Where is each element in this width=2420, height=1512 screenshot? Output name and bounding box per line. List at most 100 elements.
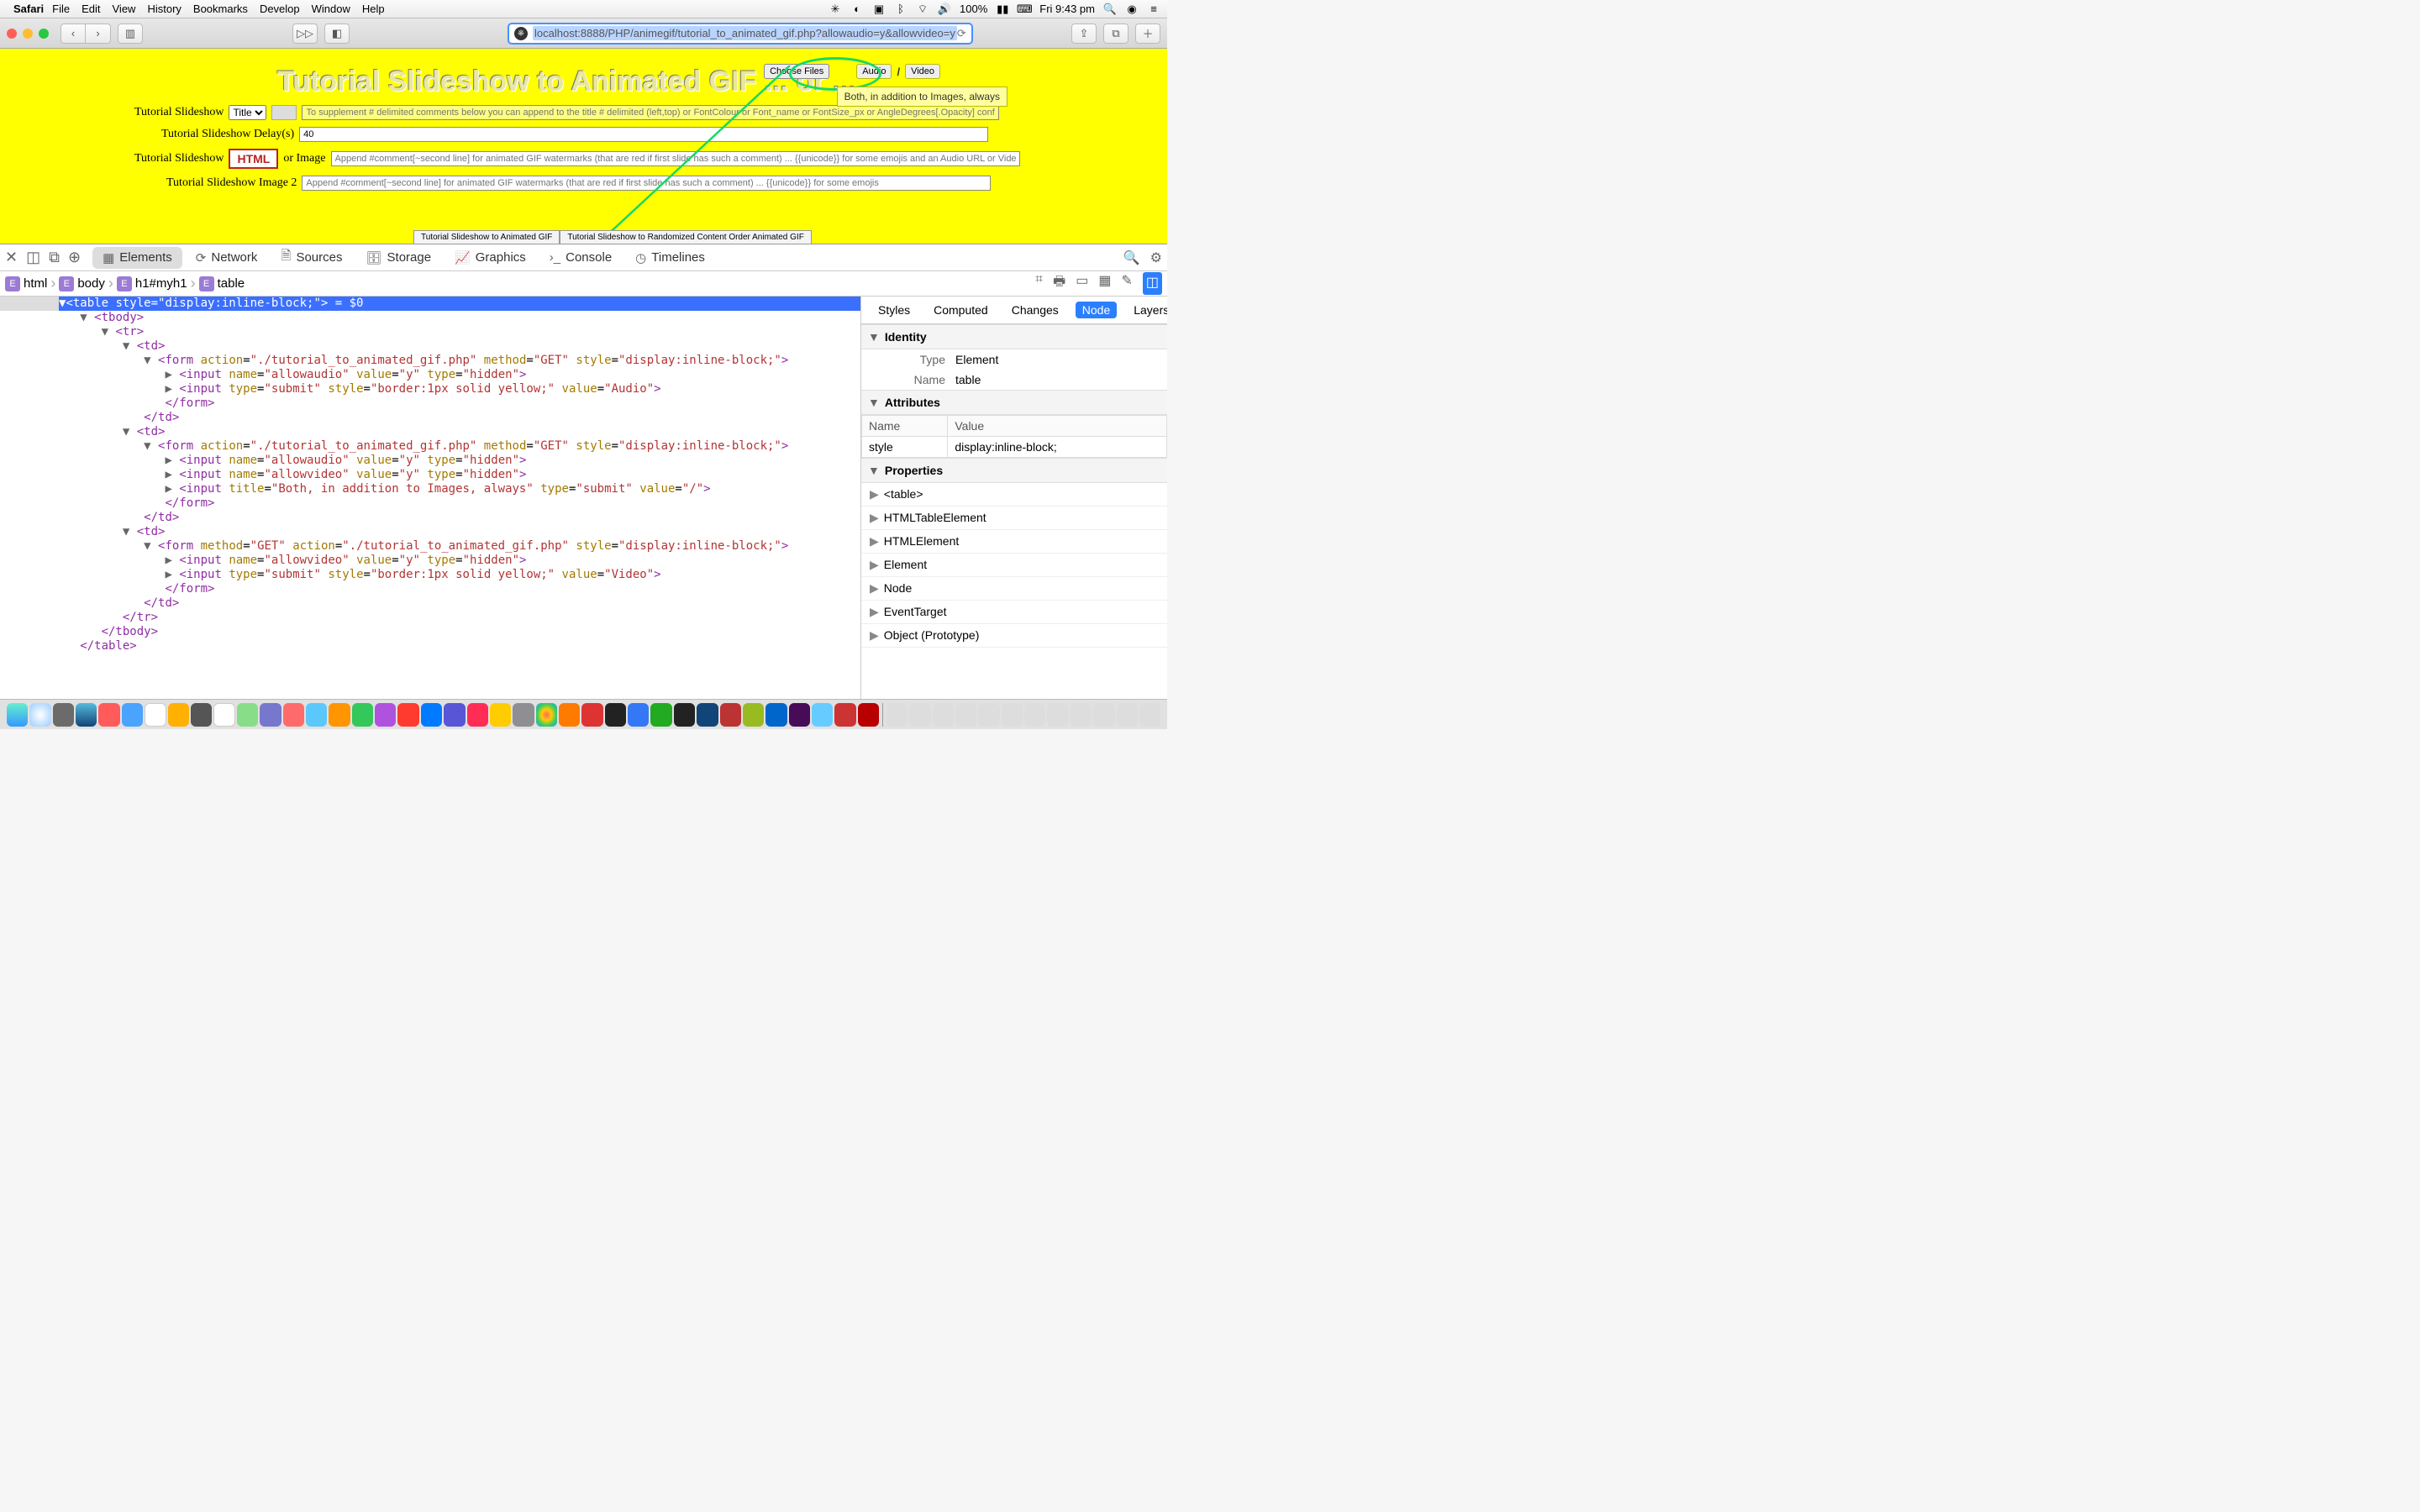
dock-app[interactable] — [329, 703, 350, 727]
target-icon[interactable]: ⊕ — [68, 249, 81, 266]
url-field[interactable]: ⎈ localhost:8888/PHP/animegif/tutorial_t… — [508, 23, 973, 45]
dock-folder[interactable] — [1093, 703, 1114, 727]
prop-item[interactable]: ▶EventTarget — [861, 601, 1167, 624]
tab-timelines[interactable]: ◷Timelines — [625, 247, 715, 269]
menu-edit[interactable]: Edit — [82, 3, 100, 15]
side-tab-styles[interactable]: Styles — [871, 302, 917, 318]
dock-folder[interactable] — [886, 703, 908, 727]
menu-develop[interactable]: Develop — [260, 3, 300, 15]
sidebar-button[interactable]: ▥ — [118, 24, 143, 44]
dock-app-notes[interactable] — [213, 703, 235, 727]
crumb-h1[interactable]: Eh1#myh1 — [117, 276, 187, 291]
image1-input[interactable] — [331, 151, 1020, 166]
dock-folder[interactable] — [1117, 703, 1138, 727]
menu-view[interactable]: View — [113, 3, 136, 15]
tab-elements[interactable]: ▦Elements — [92, 247, 182, 269]
dock-folder[interactable] — [1047, 703, 1068, 727]
dock-app-terminal[interactable] — [605, 703, 626, 727]
selected-node[interactable]: ▼ <table style="display:inline-block;"> … — [0, 297, 860, 311]
dock-app-calendar[interactable] — [145, 703, 166, 727]
dock-app[interactable] — [352, 703, 373, 727]
dock-app[interactable] — [444, 703, 465, 727]
dock-app[interactable] — [53, 703, 74, 727]
tab-storage[interactable]: 🗄Storage — [355, 247, 441, 269]
menu-history[interactable]: History — [147, 3, 181, 15]
delay-input[interactable] — [299, 127, 988, 142]
side-tab-layers[interactable]: Layers — [1127, 302, 1167, 318]
share-button[interactable]: ⇪ — [1071, 24, 1097, 44]
side-tab-changes[interactable]: Changes — [1005, 302, 1065, 318]
dock-app[interactable] — [191, 703, 212, 727]
search-icon[interactable]: 🔍 — [1123, 249, 1140, 266]
dock-app-safari[interactable] — [76, 703, 97, 727]
dock-app[interactable] — [260, 703, 281, 727]
crumb-html[interactable]: Ehtml — [5, 276, 47, 291]
tray-icon[interactable]: ✳︎ — [829, 3, 842, 16]
attr-value[interactable]: display:inline-block; — [948, 437, 1167, 458]
dock-app[interactable] — [812, 703, 833, 727]
window-minimize-button[interactable] — [23, 29, 33, 39]
dock-app[interactable] — [421, 703, 442, 727]
dock-app[interactable] — [628, 703, 649, 727]
wifi-icon[interactable]: ⌔ — [916, 3, 929, 16]
grid-icon[interactable]: ▦ — [1098, 272, 1111, 295]
close-inspector-icon[interactable]: ✕ — [5, 249, 18, 266]
color-swatch[interactable] — [271, 105, 297, 120]
dock-folder[interactable] — [1002, 703, 1023, 727]
prop-item[interactable]: ▶Object (Prototype) — [861, 624, 1167, 648]
dock-app[interactable] — [283, 703, 304, 727]
dock-app[interactable] — [513, 703, 534, 727]
volume-icon[interactable]: 🔊 — [938, 3, 951, 16]
attributes-section[interactable]: ▼Attributes — [861, 390, 1167, 415]
dock-app[interactable] — [674, 703, 695, 727]
layout-icon[interactable]: ⌗ — [1035, 272, 1043, 295]
window-close-button[interactable] — [7, 29, 17, 39]
battery-icon[interactable]: ▮▮ — [996, 3, 1009, 16]
reader-button[interactable]: ◧ — [324, 24, 350, 44]
identity-section[interactable]: ▼Identity — [861, 324, 1167, 349]
dock-app-filezilla[interactable] — [858, 703, 879, 727]
dock-folder[interactable] — [978, 703, 999, 727]
page-tab-1[interactable]: Tutorial Slideshow to Animated GIF — [413, 230, 560, 244]
dock-app[interactable] — [375, 703, 396, 727]
dock-app[interactable] — [834, 703, 855, 727]
dock-app[interactable] — [650, 703, 671, 727]
dock-side-icon[interactable]: ◫ — [26, 249, 40, 266]
dock-app[interactable] — [743, 703, 764, 727]
menu-file[interactable]: File — [52, 3, 70, 15]
crumb-body[interactable]: Ebody — [59, 276, 105, 291]
slash-button[interactable]: / — [897, 66, 900, 78]
spotlight-icon[interactable]: 🔍 — [1103, 3, 1117, 16]
keyboard-icon[interactable]: ⌨︎ — [1018, 3, 1031, 16]
dock-app-finder[interactable] — [7, 703, 28, 727]
dock-app-firefox[interactable] — [559, 703, 580, 727]
dock-folder[interactable] — [909, 703, 930, 727]
tab-graphics[interactable]: 📈Graphics — [445, 247, 536, 269]
dock-bottom-icon[interactable]: ⧉ — [49, 249, 60, 266]
dock-app-mail[interactable] — [122, 703, 143, 727]
toggle-right-panel-icon[interactable]: ◫ — [1143, 272, 1162, 295]
page-tab-2[interactable]: Tutorial Slideshow to Randomized Content… — [560, 230, 811, 244]
dock-app[interactable] — [697, 703, 718, 727]
notification-center-icon[interactable]: ≡ — [1147, 3, 1160, 16]
tray-icon[interactable]: ◐ — [850, 3, 864, 16]
dock-app[interactable] — [306, 703, 327, 727]
dock-folder[interactable] — [955, 703, 976, 727]
dock-app-xd[interactable] — [789, 703, 810, 727]
settings-icon[interactable]: ⚙︎ — [1150, 249, 1162, 266]
tab-network[interactable]: ⟳Network — [186, 247, 268, 269]
prop-item[interactable]: ▶Node — [861, 577, 1167, 601]
dock-folder[interactable] — [1024, 703, 1045, 727]
menubar-clock[interactable]: Fri 9:43 pm — [1039, 3, 1095, 15]
print-icon[interactable]: 🖶 — [1053, 272, 1065, 295]
image2-input[interactable] — [302, 176, 991, 191]
dock-app[interactable] — [168, 703, 189, 727]
reload-icon[interactable]: ⟳ — [957, 27, 966, 40]
prop-item[interactable]: ▶Element — [861, 554, 1167, 577]
dock-app-siri[interactable] — [29, 703, 50, 727]
dock-app[interactable] — [490, 703, 511, 727]
dock-app[interactable] — [467, 703, 488, 727]
menu-window[interactable]: Window — [312, 3, 350, 15]
html-button[interactable]: HTML — [229, 149, 278, 169]
dock-trash[interactable] — [1139, 703, 1160, 727]
